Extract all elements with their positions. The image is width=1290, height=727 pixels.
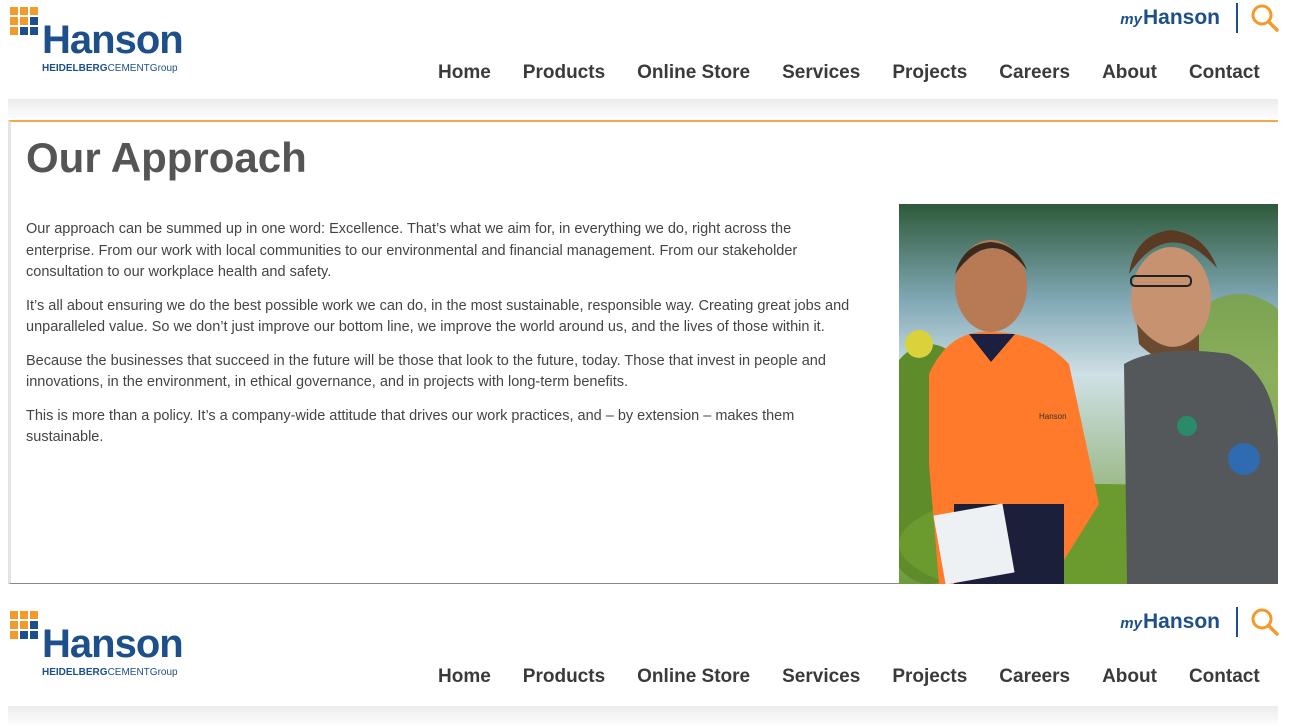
hanson-logo[interactable]: Hanson HEIDELBERGCEMENTGroup	[10, 7, 210, 79]
myhanson-link[interactable]: myHanson	[1120, 6, 1220, 30]
nav-products[interactable]: Products	[523, 662, 605, 692]
nav-home[interactable]: Home	[438, 662, 491, 692]
workers-photo: Hanson	[899, 204, 1278, 584]
paragraph: Our approach can be summed up in one wor…	[26, 221, 798, 280]
paragraph: It’s all about ensuring we do the best p…	[26, 297, 850, 336]
logo-subtitle: HEIDELBERGCEMENTGroup	[42, 667, 178, 678]
logo-dots-icon	[10, 7, 44, 41]
paragraph: This is more than a policy. It’s a compa…	[26, 407, 795, 446]
workers-photo-image: Hanson	[899, 204, 1278, 584]
logo-wordmark: Hanson	[42, 18, 184, 62]
nav-online-store[interactable]: Online Store	[637, 58, 750, 88]
logo-wordmark: Hanson	[42, 622, 184, 666]
paragraph: Because the businesses that succeed in t…	[26, 352, 826, 391]
nav-projects[interactable]: Projects	[892, 58, 967, 88]
header-shadow	[8, 99, 1278, 121]
nav-projects[interactable]: Projects	[892, 662, 967, 692]
nav-about[interactable]: About	[1102, 58, 1157, 88]
main-nav: Home Products Online Store Services Proj…	[438, 662, 1260, 692]
utility-bar: myHanson	[1120, 0, 1280, 36]
site-header: Hanson HEIDELBERGCEMENTGroup myHanson Ho…	[0, 0, 1290, 100]
search-icon[interactable]	[1250, 607, 1280, 637]
logo-dots-icon	[10, 611, 44, 645]
logo-subtitle: HEIDELBERGCEMENTGroup	[42, 63, 178, 74]
shirt-logo: Hanson	[1039, 412, 1067, 421]
myhanson-link[interactable]: myHanson	[1120, 610, 1220, 634]
main-content: Our Approach Our approach can be summed …	[8, 120, 1278, 584]
nav-about[interactable]: About	[1102, 662, 1157, 692]
utility-divider	[1236, 3, 1238, 33]
utility-bar: myHanson	[1120, 604, 1280, 640]
utility-divider	[1236, 607, 1238, 637]
nav-products[interactable]: Products	[523, 58, 605, 88]
page-title: Our Approach	[26, 134, 307, 181]
nav-careers[interactable]: Careers	[999, 662, 1070, 692]
nav-careers[interactable]: Careers	[999, 58, 1070, 88]
nav-services[interactable]: Services	[782, 58, 860, 88]
body-text: Our approach can be summed up in one wor…	[26, 219, 856, 461]
site-header-repeat: Hanson HEIDELBERGCEMENTGroup myHanson Ho…	[0, 604, 1290, 706]
nav-services[interactable]: Services	[782, 662, 860, 692]
nav-home[interactable]: Home	[438, 58, 491, 88]
search-icon[interactable]	[1250, 3, 1280, 33]
main-nav: Home Products Online Store Services Proj…	[438, 58, 1260, 88]
header-shadow	[8, 706, 1278, 727]
nav-contact[interactable]: Contact	[1189, 58, 1260, 88]
nav-contact[interactable]: Contact	[1189, 662, 1260, 692]
hanson-logo[interactable]: Hanson HEIDELBERGCEMENTGroup	[10, 611, 210, 683]
nav-online-store[interactable]: Online Store	[637, 662, 750, 692]
